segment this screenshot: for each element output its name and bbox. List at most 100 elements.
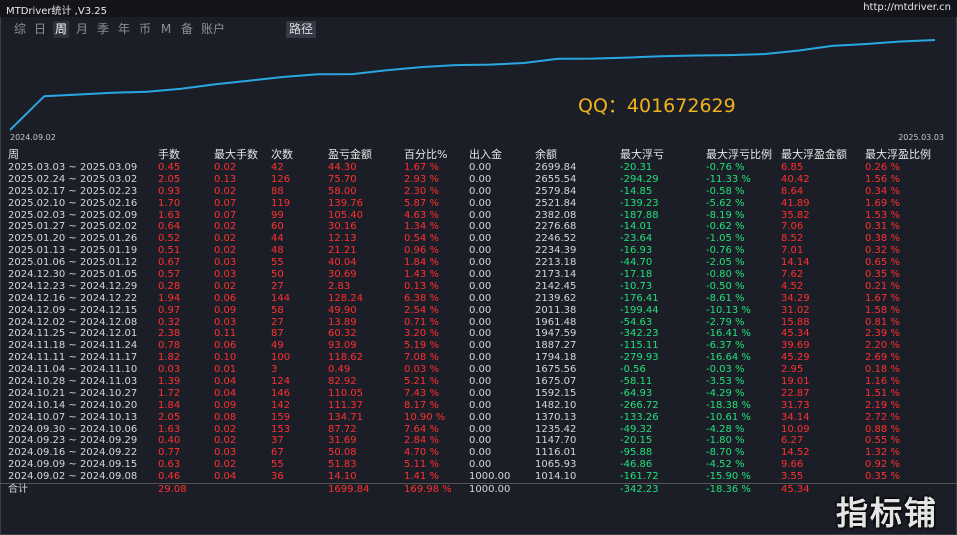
table-row[interactable]: 2024.10.21 ~ 2024.10.27 1.72 0.04 146 110.05… bbox=[0, 388, 957, 400]
website-link[interactable]: http://mtdriver.cn bbox=[863, 2, 951, 13]
table-row[interactable]: 2024.12.02 ~ 2024.12.08 0.32 0.03 27 13.89 0.… bbox=[0, 317, 957, 329]
table-row[interactable]: 2024.09.30 ~ 2024.10.06 1.63 0.02 153 87.72 7… bbox=[0, 424, 957, 436]
table-cell: 0.97 bbox=[158, 304, 181, 316]
table-cell: 1065.93 bbox=[535, 459, 577, 471]
table-row[interactable]: 2025.02.10 ~ 2025.02.16 1.70 0.07 119 139.76… bbox=[0, 198, 957, 210]
table-row[interactable]: 2024.09.16 ~ 2024.09.22 0.77 0.03 67 50.08 4.… bbox=[0, 447, 957, 459]
tab-2[interactable]: 周 bbox=[53, 21, 69, 38]
table-cell: 14.52 bbox=[781, 447, 810, 459]
tab-3[interactable]: 月 bbox=[74, 21, 90, 38]
table-cell: 0.00 bbox=[469, 376, 492, 388]
total-cell: 1699.84 bbox=[328, 484, 370, 496]
tab-5[interactable]: 年 bbox=[116, 21, 132, 38]
table-row[interactable]: 2025.01.13 ~ 2025.01.19 0.51 0.02 48 21.21 0.… bbox=[0, 245, 957, 257]
table-row[interactable]: 2024.11.18 ~ 2024.11.24 0.78 0.06 49 93.09 5.… bbox=[0, 340, 957, 352]
table-cell: 49.90 bbox=[328, 304, 357, 316]
column-header[interactable]: 次数 bbox=[271, 148, 293, 162]
table-row[interactable]: 2024.12.09 ~ 2024.12.15 0.97 0.09 58 49.90 2.… bbox=[0, 305, 957, 317]
table-cell: 35.82 bbox=[781, 209, 810, 221]
table-cell: 30.16 bbox=[328, 221, 357, 233]
tab-9[interactable]: 账户 bbox=[200, 21, 226, 38]
table-cell: 0.40 bbox=[158, 435, 181, 447]
path-button[interactable]: 路径 bbox=[286, 21, 316, 38]
table-cell: 0.06 bbox=[214, 292, 237, 304]
table-row[interactable]: 2024.11.25 ~ 2024.12.01 2.38 0.11 87 60.32 3.… bbox=[0, 328, 957, 340]
table-cell: 0.35 % bbox=[865, 471, 900, 483]
table-cell: 2024.11.11 ~ 2024.11.17 bbox=[8, 352, 138, 364]
table-cell: 60 bbox=[271, 221, 284, 233]
table-cell: 0.00 bbox=[469, 162, 492, 173]
column-header[interactable]: 百分比% bbox=[404, 148, 447, 162]
table-cell: 2024.12.02 ~ 2024.12.08 bbox=[8, 316, 138, 328]
table-row[interactable]: 2024.10.28 ~ 2024.11.03 1.39 0.04 124 82.92 5… bbox=[0, 376, 957, 388]
table-row[interactable]: 2024.11.11 ~ 2024.11.17 1.82 0.10 100 118.62… bbox=[0, 352, 957, 364]
table-row[interactable]: 2025.01.27 ~ 2025.02.02 0.64 0.02 60 30.16 1.… bbox=[0, 221, 957, 233]
table-row[interactable]: 2025.02.03 ~ 2025.02.09 1.63 0.07 99 105.40 4… bbox=[0, 210, 957, 222]
tab-6[interactable]: 币 bbox=[137, 21, 153, 38]
column-header[interactable]: 最大浮盈金额 bbox=[781, 148, 847, 162]
table-cell: 153 bbox=[271, 423, 291, 435]
table-cell: 2024.11.25 ~ 2024.12.01 bbox=[8, 328, 138, 340]
table-row[interactable]: 2025.03.03 ~ 2025.03.09 0.45 0.02 42 44.30 1.… bbox=[0, 162, 957, 174]
table-row[interactable]: 2025.01.20 ~ 2025.01.26 0.52 0.02 44 12.13 0.… bbox=[0, 233, 957, 245]
table-cell: 99 bbox=[271, 209, 284, 221]
table-row[interactable]: 2024.09.02 ~ 2024.09.08 0.46 0.04 36 14.10 1.… bbox=[0, 471, 957, 483]
table-cell: 44.30 bbox=[328, 162, 357, 173]
column-header[interactable]: 盈亏金额 bbox=[328, 148, 372, 162]
column-header[interactable]: 余额 bbox=[535, 148, 557, 162]
table-row[interactable]: 2025.02.24 ~ 2025.03.02 2.05 0.13 126 75.70 2… bbox=[0, 174, 957, 186]
title-bar: MTDriver统计 ,V3.25 http://mtdriver.cn bbox=[0, 0, 957, 17]
table-cell: 105.40 bbox=[328, 209, 363, 221]
table-cell: 2.93 % bbox=[404, 173, 439, 185]
tab-0[interactable]: 综 bbox=[12, 21, 28, 38]
table-cell: 2139.62 bbox=[535, 292, 577, 304]
table-row[interactable]: 2024.10.14 ~ 2024.10.20 1.84 0.09 142 111.37… bbox=[0, 400, 957, 412]
table-row[interactable]: 2024.12.30 ~ 2025.01.05 0.57 0.03 50 30.69 1.… bbox=[0, 269, 957, 281]
table-cell: 49 bbox=[271, 340, 284, 352]
tab-1[interactable]: 日 bbox=[32, 21, 48, 38]
table-cell: 41.89 bbox=[781, 197, 810, 209]
table-row[interactable]: 2025.02.17 ~ 2025.02.23 0.93 0.02 88 58.00 2.… bbox=[0, 186, 957, 198]
table-row[interactable]: 2024.10.07 ~ 2024.10.13 2.05 0.08 159 134.71… bbox=[0, 412, 957, 424]
table-cell: 50 bbox=[271, 269, 284, 281]
table-cell: 51.83 bbox=[328, 459, 357, 471]
column-header[interactable]: 最大浮亏比例 bbox=[706, 148, 772, 162]
table-row[interactable]: 2024.09.09 ~ 2024.09.15 0.63 0.02 55 51.83 5.… bbox=[0, 459, 957, 471]
tab-7[interactable]: M bbox=[158, 21, 174, 38]
balance-chart: QQ：401672629 2024.09.02 2025.03.03 bbox=[8, 38, 948, 144]
table-cell: 2024.12.16 ~ 2024.12.22 bbox=[8, 292, 138, 304]
table-cell: 2.72 % bbox=[865, 411, 900, 423]
table-row[interactable]: 2024.09.23 ~ 2024.09.29 0.40 0.02 37 31.69 2.… bbox=[0, 435, 957, 447]
table-cell: 31.02 bbox=[781, 304, 810, 316]
table-cell: 2025.01.13 ~ 2025.01.19 bbox=[8, 245, 138, 257]
table-cell: 0.38 % bbox=[865, 233, 900, 245]
table-row[interactable]: 2024.11.04 ~ 2024.11.10 0.03 0.01 3 0.49 0.03… bbox=[0, 364, 957, 376]
column-header[interactable]: 出入金 bbox=[469, 148, 502, 162]
table-cell: 87.72 bbox=[328, 423, 357, 435]
tab-8[interactable]: 备 bbox=[179, 21, 195, 38]
table-row[interactable]: 2025.01.06 ~ 2025.01.12 0.67 0.03 55 40.04 1.… bbox=[0, 257, 957, 269]
column-header[interactable]: 周 bbox=[8, 148, 19, 162]
table-cell: 1.53 % bbox=[865, 209, 900, 221]
table-cell: 1961.48 bbox=[535, 316, 577, 328]
table-cell: 0.26 % bbox=[865, 162, 900, 173]
table-cell: 67 bbox=[271, 447, 284, 459]
table-cell: 1482.10 bbox=[535, 399, 577, 411]
table-cell: -176.41 bbox=[620, 292, 659, 304]
column-header[interactable]: 最大手数 bbox=[214, 148, 258, 162]
column-header[interactable]: 最大浮盈比例 bbox=[865, 148, 931, 162]
table-row[interactable]: 2024.12.23 ~ 2024.12.29 0.28 0.02 27 2.83 0.1… bbox=[0, 281, 957, 293]
table-cell: 39.69 bbox=[781, 340, 810, 352]
column-header[interactable]: 最大浮亏 bbox=[620, 148, 664, 162]
table-cell: -0.58 % bbox=[706, 185, 745, 197]
table-cell: 1.94 bbox=[158, 292, 181, 304]
total-cell: 合计 bbox=[8, 484, 28, 496]
total-cell: 29.08 bbox=[158, 484, 187, 496]
table-cell: -8.61 % bbox=[706, 292, 745, 304]
column-header[interactable]: 手数 bbox=[158, 148, 180, 162]
table-cell: 0.02 bbox=[214, 435, 237, 447]
table-cell: 0.00 bbox=[469, 221, 492, 233]
table-row[interactable]: 2024.12.16 ~ 2024.12.22 1.94 0.06 144 128.24… bbox=[0, 293, 957, 305]
table-cell: 2.84 % bbox=[404, 435, 439, 447]
tab-4[interactable]: 季 bbox=[95, 21, 111, 38]
